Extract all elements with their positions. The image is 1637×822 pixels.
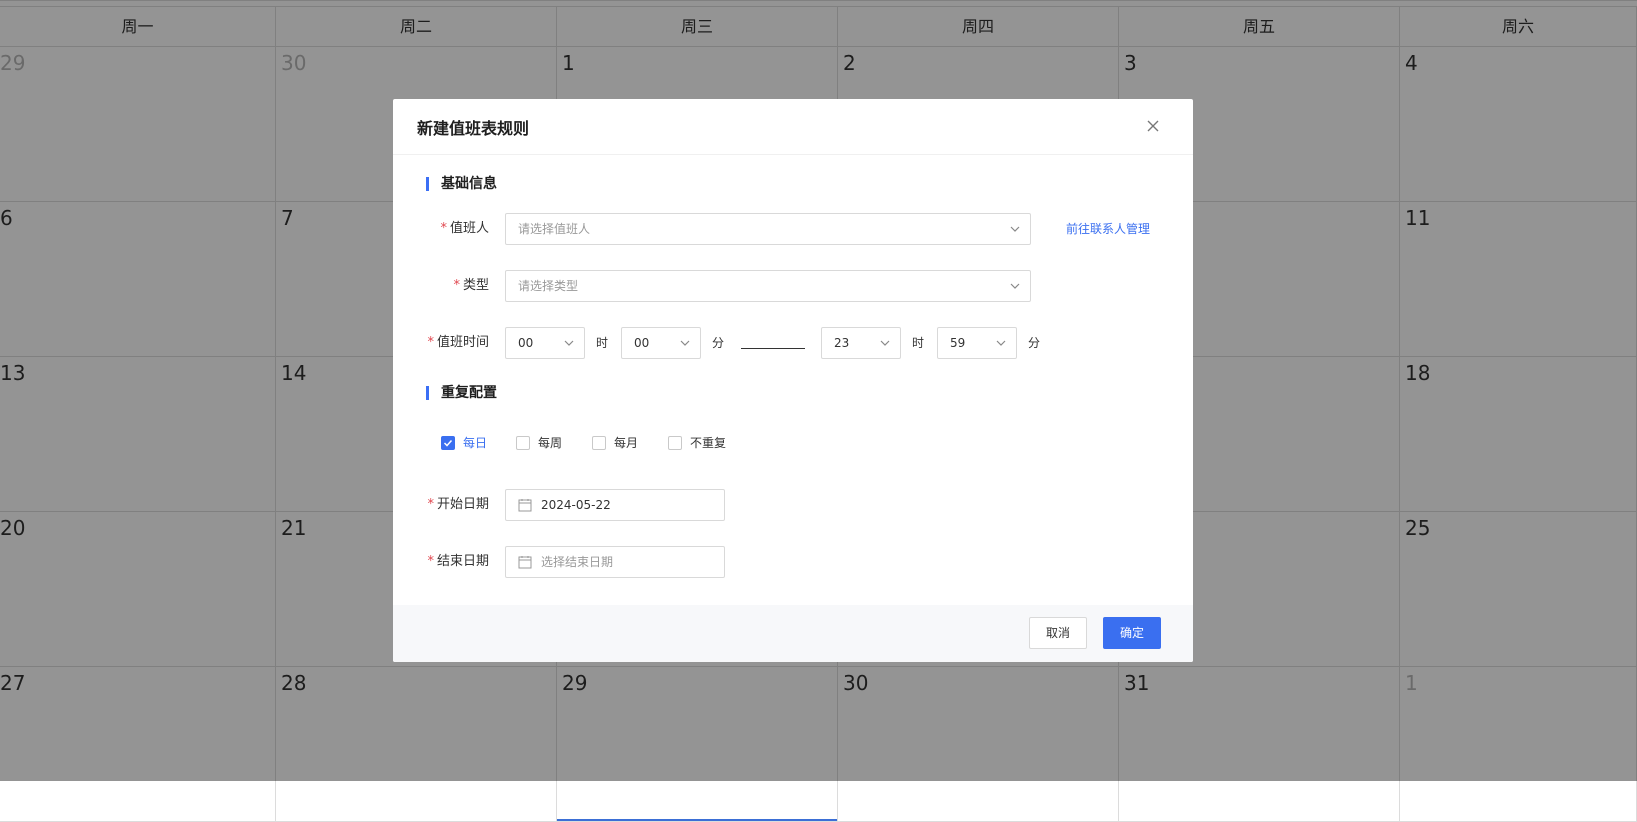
cancel-button[interactable]: 取消	[1029, 617, 1087, 649]
hour-unit: 时	[912, 336, 925, 350]
contact-management-link[interactable]: 前往联系人管理	[1066, 213, 1150, 245]
end-date-picker[interactable]: 选择结束日期	[505, 546, 725, 578]
calendar-icon	[518, 499, 532, 512]
duty-person-placeholder: 请选择值班人	[518, 222, 591, 236]
repeat-option-checkbox[interactable]: 每日	[441, 433, 521, 453]
repeat-option-label: 每日	[463, 436, 488, 450]
duty-time-label: * 值班时间	[427, 335, 489, 350]
dialog-header: 新建值班表规则	[393, 99, 1193, 155]
calendar-icon	[518, 556, 532, 569]
repeat-option-label: 每周	[538, 436, 563, 450]
chevron-down-icon	[1010, 226, 1020, 232]
confirm-button[interactable]: 确定	[1103, 617, 1161, 649]
required-mark: *	[453, 278, 460, 293]
required-mark: *	[440, 221, 447, 236]
required-mark: *	[427, 335, 434, 350]
time-range-separator	[741, 348, 805, 349]
duty-person-label: * 值班人	[440, 221, 489, 236]
minute-unit: 分	[712, 336, 725, 350]
checkbox-unchecked[interactable]	[516, 436, 530, 450]
repeat-option-checkbox[interactable]: 每月	[592, 433, 672, 453]
new-duty-rule-dialog: 新建值班表规则 基础信息 * 值班人 请选择值班人 前往联系人管理 * 类型 请选择…	[393, 99, 1193, 662]
duty-person-select[interactable]: 请选择值班人	[505, 213, 1031, 245]
hour-unit: 时	[596, 336, 609, 350]
start-date-picker[interactable]: 2024-05-22	[505, 489, 725, 521]
start-hour-value: 00	[518, 336, 534, 350]
chevron-down-icon	[564, 340, 574, 346]
start-date-value: 2024-05-22	[541, 498, 611, 512]
section-title-basic-info: 基础信息	[426, 176, 497, 192]
end-hour-value: 23	[834, 336, 850, 350]
end-minute-value: 59	[950, 336, 966, 350]
dialog-footer: 取消 确定	[393, 605, 1193, 662]
checkbox-unchecked[interactable]	[592, 436, 606, 450]
end-hour-select[interactable]: 23	[821, 327, 901, 359]
type-select[interactable]: 请选择类型	[505, 270, 1031, 302]
end-minute-select[interactable]: 59	[937, 327, 1017, 359]
repeat-option-checkbox[interactable]: 每周	[516, 433, 596, 453]
required-mark: *	[427, 554, 434, 569]
type-label: * 类型	[453, 278, 489, 293]
type-placeholder: 请选择类型	[518, 279, 579, 293]
chevron-down-icon	[996, 340, 1006, 346]
start-hour-select[interactable]: 00	[505, 327, 585, 359]
start-minute-value: 00	[634, 336, 650, 350]
repeat-option-label: 每月	[614, 436, 639, 450]
chevron-down-icon	[880, 340, 890, 346]
end-date-placeholder: 选择结束日期	[541, 555, 614, 569]
section-title-repeat: 重复配置	[426, 385, 497, 401]
required-mark: *	[427, 497, 434, 512]
close-icon[interactable]	[1142, 115, 1164, 137]
repeat-option-checkbox[interactable]: 不重复	[668, 433, 748, 453]
checkbox-checked[interactable]	[441, 436, 455, 450]
minute-unit: 分	[1028, 336, 1041, 350]
repeat-option-label: 不重复	[690, 436, 727, 450]
dialog-title: 新建值班表规则	[417, 119, 530, 138]
chevron-down-icon	[680, 340, 690, 346]
check-icon	[443, 439, 453, 447]
start-date-label: * 开始日期	[427, 497, 489, 512]
end-date-label: * 结束日期	[427, 554, 489, 569]
checkbox-unchecked[interactable]	[668, 436, 682, 450]
chevron-down-icon	[1010, 283, 1020, 289]
start-minute-select[interactable]: 00	[621, 327, 701, 359]
